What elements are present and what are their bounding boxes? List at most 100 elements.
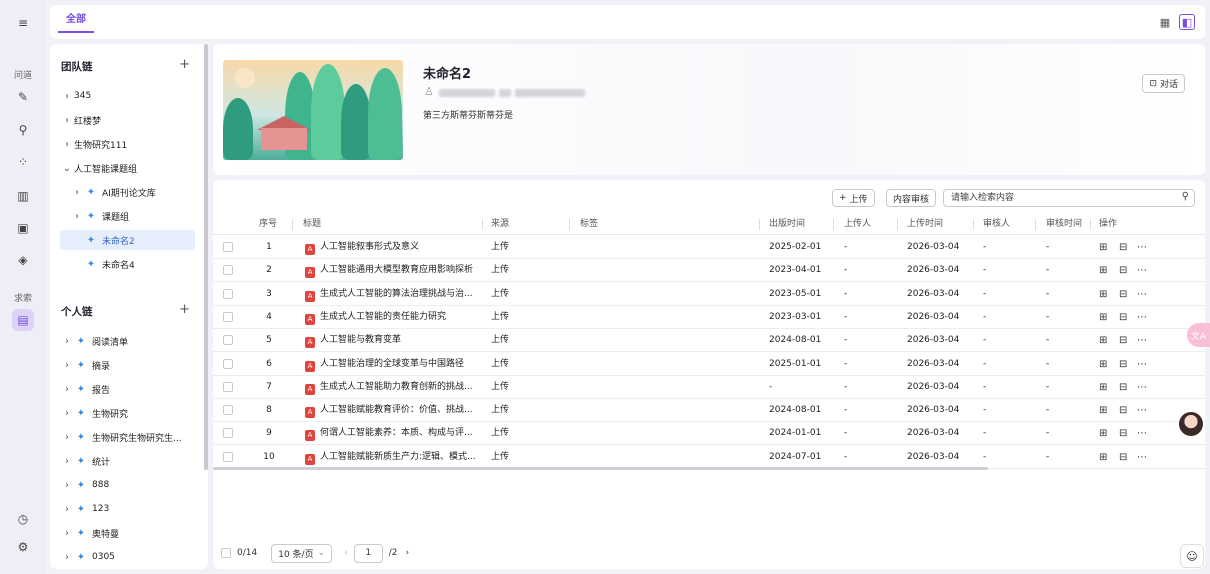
add-personal-chain-icon[interactable]: +	[179, 302, 190, 317]
upload-button[interactable]: + 上传	[832, 189, 875, 207]
library-icon[interactable]: ▤	[12, 309, 34, 331]
tree-item-unnamed4[interactable]: ✦ 未命名4	[60, 254, 195, 274]
row-title[interactable]: 人工智能赋能教育评价：价值、挑战...	[320, 405, 473, 415]
row-title[interactable]: 人工智能通用大模型教育应用影响探析	[320, 265, 473, 275]
book-open-icon[interactable]: ⊟	[1119, 306, 1127, 329]
more-icon[interactable]: ⋯	[1137, 236, 1147, 259]
more-icon[interactable]: ⋯	[1137, 422, 1147, 445]
table-row[interactable]: 10 A 人工智能赋能新质生产力:逻辑、模式... 上传 2024-07-01 - 2026…	[213, 446, 1205, 469]
next-page-icon[interactable]: ›	[406, 548, 410, 558]
row-checkbox[interactable]	[223, 381, 233, 392]
edit-icon[interactable]: ✎	[12, 86, 34, 108]
table-row[interactable]: 4 A 生成式人工智能的责任能力研究 上传 2023-03-01 - 2026-03-04 -…	[213, 306, 1205, 329]
ai-read-icon[interactable]: ⊞	[1099, 236, 1107, 259]
chevron-down-icon[interactable]: ⌄	[60, 163, 74, 174]
chevron-right-icon[interactable]: ›	[60, 504, 74, 515]
more-icon[interactable]: ⋯	[1137, 446, 1147, 469]
chevron-right-icon[interactable]: ›	[70, 187, 84, 198]
tree-item-ai-journals[interactable]: › ✦ AI期刊论文库	[70, 182, 195, 202]
book-open-icon[interactable]: ⊟	[1119, 283, 1127, 306]
prev-page-icon[interactable]: ‹	[344, 548, 348, 558]
row-title-cell[interactable]: A 人工智能与教育变革	[305, 329, 481, 352]
col-reviewed[interactable]: 审核时间	[1046, 213, 1082, 235]
book-open-icon[interactable]: ⊟	[1119, 329, 1127, 352]
row-title-cell[interactable]: A 人工智能赋能教育评价：价值、挑战...	[305, 399, 481, 422]
row-checkbox[interactable]	[223, 265, 233, 276]
table-row[interactable]: 9 A 何谓人工智能素养：本质、构成与评... 上传 2024-01-01 - 2026-0…	[213, 422, 1205, 446]
tree-item-bio-research-long[interactable]: › ✦ 生物研究生物研究生...	[60, 427, 195, 447]
dialog-button[interactable]: ⊡ 对话	[1142, 74, 1185, 93]
row-title-cell[interactable]: A 人工智能叙事形式及意义	[305, 236, 481, 259]
col-uploader[interactable]: 上传人	[844, 213, 871, 235]
tree-item-0305[interactable]: › ✦ 0305	[60, 547, 195, 567]
tree-item-bio111[interactable]: › 生物研究111	[60, 134, 195, 154]
tree-item-hongloumeng[interactable]: › 红楼梦	[60, 110, 195, 130]
row-title-cell[interactable]: A 人工智能赋能新质生产力:逻辑、模式...	[305, 446, 481, 469]
table-row[interactable]: 6 A 人工智能治理的全球变革与中国路径 上传 2025-01-01 - 2026-03-0…	[213, 353, 1205, 376]
row-title-cell[interactable]: A 人工智能治理的全球变革与中国路径	[305, 353, 481, 376]
search-icon[interactable]: ⚲	[1182, 191, 1189, 202]
table-row[interactable]: 3 A 生成式人工智能的算法治理挑战与治... 上传 2023-05-01 - 2026-0…	[213, 283, 1205, 306]
sidebar-scrollbar[interactable]	[204, 44, 208, 470]
book-open-icon[interactable]: ⊟	[1119, 259, 1127, 282]
tree-item-345[interactable]: › 345	[60, 86, 195, 106]
chevron-right-icon[interactable]: ›	[60, 360, 74, 371]
ai-read-icon[interactable]: ⊞	[1099, 422, 1107, 445]
col-title[interactable]: 标题	[303, 213, 321, 235]
tree-item-reading-list[interactable]: › ✦ 阅读清单	[60, 331, 195, 351]
chevron-right-icon[interactable]: ›	[60, 528, 74, 539]
tree-item-research-group[interactable]: › ✦ 课题组	[70, 206, 195, 226]
more-icon[interactable]: ⋯	[1137, 353, 1147, 376]
table-row[interactable]: 7 A 生成式人工智能助力教育创新的挑战... 上传 - - 2026-03-04 - - ⊞ ⊟ ⋯	[213, 376, 1205, 399]
row-title-cell[interactable]: A 生成式人工智能的算法治理挑战与治...	[305, 283, 481, 306]
col-published[interactable]: 出版时间	[769, 213, 805, 235]
more-icon[interactable]: ⋯	[1137, 306, 1147, 329]
ai-read-icon[interactable]: ⊞	[1099, 376, 1107, 399]
panel-view-icon[interactable]: ◧	[1179, 14, 1195, 30]
row-title[interactable]: 生成式人工智能的责任能力研究	[320, 312, 446, 322]
row-checkbox[interactable]	[223, 405, 233, 416]
chevron-right-icon[interactable]: ›	[60, 408, 74, 419]
tree-item-ultraman[interactable]: › ✦ 奥特曼	[60, 523, 195, 543]
row-title-cell[interactable]: A 生成式人工智能助力教育创新的挑战...	[305, 376, 481, 399]
tree-item-reports[interactable]: › ✦ 报告	[60, 379, 195, 399]
table-horizontal-scrollbar[interactable]	[213, 467, 988, 470]
row-checkbox[interactable]	[223, 311, 233, 322]
chevron-right-icon[interactable]: ›	[60, 139, 74, 150]
menu-icon[interactable]: ≡	[12, 12, 34, 34]
col-reviewer[interactable]: 审核人	[983, 213, 1010, 235]
row-title[interactable]: 人工智能赋能新质生产力:逻辑、模式...	[320, 452, 476, 462]
chevron-right-icon[interactable]: ›	[60, 432, 74, 443]
book-open-icon[interactable]: ⊟	[1119, 376, 1127, 399]
book-icon[interactable]: ▥	[12, 185, 34, 207]
chevron-right-icon[interactable]: ›	[60, 115, 74, 126]
ai-read-icon[interactable]: ⊞	[1099, 306, 1107, 329]
tree-item-ai-group[interactable]: ⌄ 人工智能课题组	[60, 158, 195, 178]
select-all-checkbox[interactable]	[221, 548, 231, 558]
chevron-right-icon[interactable]: ›	[60, 552, 74, 563]
table-row[interactable]: 8 A 人工智能赋能教育评价：价值、挑战... 上传 2024-08-01 - 2026-0…	[213, 399, 1205, 423]
col-source[interactable]: 来源	[491, 213, 509, 235]
ai-read-icon[interactable]: ⊞	[1099, 446, 1107, 469]
book-open-icon[interactable]: ⊟	[1119, 422, 1127, 445]
tree-item-bio-research[interactable]: › ✦ 生物研究	[60, 403, 195, 423]
more-icon[interactable]: ⋯	[1137, 329, 1147, 352]
apps-icon[interactable]: ⁘	[12, 151, 34, 173]
chevron-right-icon[interactable]: ›	[60, 91, 74, 102]
col-tags[interactable]: 标签	[580, 213, 598, 235]
row-title[interactable]: 人工智能与教育变革	[320, 335, 401, 345]
table-row[interactable]: 1 A 人工智能叙事形式及意义 上传 2025-02-01 - 2026-03-04 - - ⊞ ⊟…	[213, 236, 1205, 259]
row-title[interactable]: 生成式人工智能的算法治理挑战与治...	[320, 289, 473, 299]
chat-bot-icon[interactable]: ☺	[1180, 544, 1204, 568]
ai-read-icon[interactable]: ⊞	[1099, 283, 1107, 306]
row-title[interactable]: 生成式人工智能助力教育创新的挑战...	[320, 382, 473, 392]
row-title-cell[interactable]: A 生成式人工智能的责任能力研究	[305, 306, 481, 329]
more-icon[interactable]: ⋯	[1137, 283, 1147, 306]
book-open-icon[interactable]: ⊟	[1119, 399, 1127, 422]
col-no[interactable]: 序号	[259, 213, 277, 235]
chevron-right-icon[interactable]: ›	[60, 456, 74, 467]
page-size-select[interactable]: 10 条/页 ⌄	[271, 543, 333, 563]
more-icon[interactable]: ⋯	[1137, 259, 1147, 282]
chevron-right-icon[interactable]: ›	[60, 384, 74, 395]
assistant-avatar[interactable]	[1179, 412, 1203, 436]
